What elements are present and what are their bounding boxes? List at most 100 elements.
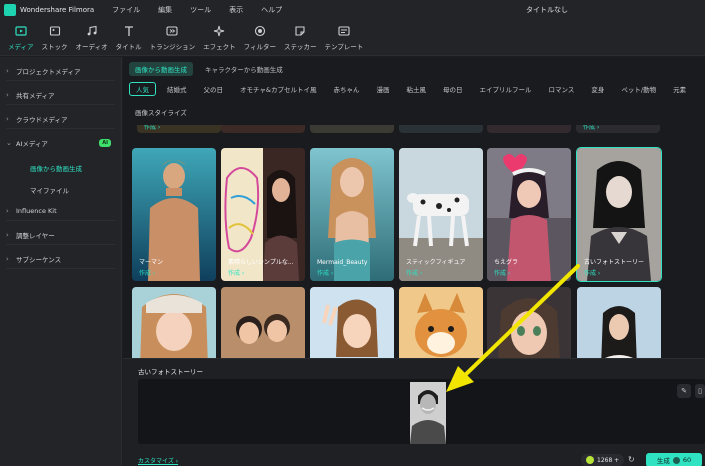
make-link[interactable]: 作成 › xyxy=(144,125,160,131)
make-link[interactable]: 作成 › xyxy=(228,268,244,277)
tab-transition[interactable]: トランジション xyxy=(149,20,196,55)
sidebar-item-ai-media[interactable]: ⌄ AIメディア AI xyxy=(6,133,115,153)
category-elements[interactable]: 元素 xyxy=(667,82,692,96)
refresh-icon[interactable]: ↻ xyxy=(628,455,635,464)
template-card-merman[interactable]: マーマン 作成 › xyxy=(132,148,216,281)
menu-file[interactable]: ファイル xyxy=(112,5,140,15)
sticker-icon xyxy=(293,24,307,38)
tab-template-label: テンプレート xyxy=(324,43,364,51)
category-mothers-day[interactable]: 母の日 xyxy=(437,82,469,96)
template-card-old-photo-story[interactable]: 古いフォトストーリー 作成 › xyxy=(576,147,662,282)
category-april-fool[interactable]: エイプリルフール xyxy=(474,82,538,96)
music-note-icon xyxy=(85,24,99,38)
template-card[interactable] xyxy=(310,125,394,133)
tab-filter-label: フィルター xyxy=(243,43,276,51)
sidebar-item-cloud-media[interactable]: › クラウドメディア xyxy=(6,109,115,129)
menu-tools[interactable]: ツール xyxy=(190,5,211,15)
make-link[interactable]: 作成 › xyxy=(583,125,599,131)
sidebar-item-adjustment-layer[interactable]: › 調整レイヤー xyxy=(6,225,115,245)
generate-cost: 60 xyxy=(682,456,692,464)
card-title: マーマン xyxy=(139,259,164,266)
template-card-chiegra[interactable]: ちえグラ 作成 › xyxy=(487,148,571,281)
category-wedding[interactable]: 結婚式 xyxy=(161,82,193,96)
sidebar-item-project-media[interactable]: › プロジェクトメディア xyxy=(6,61,115,81)
sidebar-item-subsequence[interactable]: › サブシーケンス xyxy=(6,249,115,269)
category-pets[interactable]: ペット/動物 xyxy=(615,82,662,96)
customize-link[interactable]: カスタマイズ › xyxy=(138,456,178,465)
tab-stock[interactable]: ストック xyxy=(42,20,68,55)
chevron-right-icon: › xyxy=(6,230,9,239)
sidebar-item-label: プロジェクトメディア xyxy=(16,67,81,76)
menu-edit[interactable]: 編集 xyxy=(158,5,172,15)
uploaded-photo[interactable] xyxy=(410,382,446,444)
sidebar-item-influence-kit[interactable]: › Influence Kit xyxy=(6,201,115,221)
tab-effect[interactable]: エフェクト xyxy=(203,20,236,55)
category-popular[interactable]: 人気 xyxy=(129,82,156,96)
category-clay[interactable]: 粘土風 xyxy=(401,82,433,96)
credits-value: 1268 + xyxy=(597,456,620,464)
tab-title[interactable]: タイトル xyxy=(116,20,142,55)
category-romance[interactable]: ロマンス xyxy=(543,82,581,96)
sidebar-item-shared-media[interactable]: › 共有メディア xyxy=(6,85,115,105)
category-fathers-day[interactable]: 父の日 xyxy=(198,82,230,96)
credit-coin-icon xyxy=(672,456,680,464)
template-icon xyxy=(337,24,351,38)
tab-audio[interactable]: オーディオ xyxy=(76,20,108,55)
template-card[interactable] xyxy=(399,125,483,133)
make-link[interactable]: 作成 › xyxy=(139,268,155,277)
template-card-stick-figure[interactable]: スティックフィギュア 作成 › xyxy=(399,148,483,281)
generate-button[interactable]: 生成 60 xyxy=(646,453,702,466)
category-toy-capsule[interactable]: オモチャ&カプセルトイ風 xyxy=(234,82,323,96)
stock-icon xyxy=(48,24,62,38)
title-t-icon xyxy=(122,24,136,38)
effect-icon xyxy=(212,24,226,38)
delete-icon[interactable]: ▯ xyxy=(695,384,705,398)
category-baby[interactable]: 赤ちゃん xyxy=(328,82,366,96)
card-title: スティックフィギュア xyxy=(406,259,466,266)
category-manga[interactable]: 漫画 xyxy=(371,82,396,96)
sidebar: › プロジェクトメディア › 共有メディア › クラウドメディア ⌄ AIメディ… xyxy=(0,57,122,466)
tab-sticker[interactable]: ステッカー xyxy=(283,20,317,55)
menu-view[interactable]: 表示 xyxy=(229,5,243,15)
tab-audio-label: オーディオ xyxy=(75,43,108,51)
sidebar-item-label: 共有メディア xyxy=(16,91,55,100)
sidebar-item-label: Influence Kit xyxy=(16,206,57,215)
card-title: Mermaid_Beauty xyxy=(317,259,368,266)
media-icon xyxy=(14,24,28,38)
sidebar-subitem-my-files[interactable]: マイファイル xyxy=(30,179,121,201)
filter-icon xyxy=(253,24,267,38)
tab-image-to-video[interactable]: 画像から動画生成 xyxy=(129,62,193,76)
template-card[interactable] xyxy=(221,125,305,133)
make-link[interactable]: 作成 › xyxy=(584,268,600,277)
category-transform[interactable]: 変身 xyxy=(585,82,610,96)
tab-effect-label: エフェクト xyxy=(203,43,236,51)
chevron-right-icon: › xyxy=(6,206,9,215)
document-title: タイトルなし xyxy=(526,6,568,14)
template-card[interactable]: 作成 › xyxy=(137,125,221,133)
menu-help[interactable]: ヘルプ xyxy=(261,5,282,15)
tab-transition-label: トランジション xyxy=(149,43,196,51)
app-name: Wondershare Filmora xyxy=(20,6,95,14)
make-link[interactable]: 作成 › xyxy=(406,268,422,277)
template-card-simple-art[interactable]: 素晴らしいシンプルな... 作成 › xyxy=(221,148,305,281)
sidebar-item-label: サブシーケンス xyxy=(16,255,62,264)
make-link[interactable]: 作成 › xyxy=(494,268,510,277)
edit-icon[interactable]: ✎ xyxy=(677,384,691,398)
tab-media[interactable]: メディア xyxy=(8,20,34,55)
mode-tabs: 画像から動画生成 キャラクターから動画生成 xyxy=(129,62,289,76)
sidebar-item-label: 調整レイヤー xyxy=(16,231,55,240)
make-link[interactable]: 作成 › xyxy=(317,268,333,277)
panel-title: 古いフォトストーリー xyxy=(138,368,203,376)
category-stylize[interactable]: 画像スタイライズ xyxy=(129,105,193,119)
ai-badge: AI xyxy=(99,139,111,147)
tab-filter[interactable]: フィルター xyxy=(244,20,276,55)
credits-counter[interactable]: 1268 + xyxy=(581,454,625,466)
template-card[interactable]: 作成 › xyxy=(576,125,660,133)
tab-sticker-label: ステッカー xyxy=(283,43,317,51)
tab-template[interactable]: テンプレート xyxy=(324,20,363,55)
template-card-mermaid-beauty[interactable]: Mermaid_Beauty 作成 › xyxy=(310,148,394,281)
tab-character-to-video[interactable]: キャラクターから動画生成 xyxy=(199,62,289,76)
template-card[interactable] xyxy=(487,125,571,133)
sidebar-subitem-image-to-video[interactable]: 画像から動画生成 xyxy=(30,157,121,179)
sidebar-item-label: AIメディア xyxy=(16,140,48,148)
